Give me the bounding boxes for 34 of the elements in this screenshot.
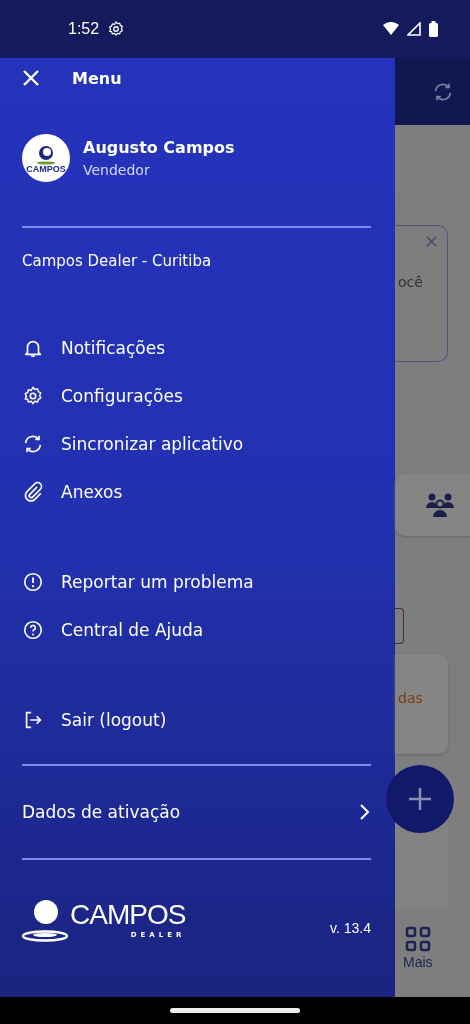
menu-item[interactable]: Configurações: [22, 372, 371, 420]
battery-icon: [429, 21, 438, 37]
avatar: CAMPOS: [22, 134, 70, 182]
help-icon: [22, 619, 44, 641]
paperclip-icon: [22, 481, 44, 503]
drawer-title: Menu: [72, 68, 122, 88]
settings-icon: [22, 385, 44, 407]
user-name: Augusto Campos: [83, 138, 235, 157]
menu-item[interactable]: Dados de ativação: [22, 766, 371, 858]
plus-icon: [408, 787, 432, 811]
grid-icon: [404, 926, 431, 952]
notice-text: ocê: [398, 274, 423, 290]
menu-item[interactable]: Reportar um problema: [22, 558, 371, 606]
menu-item[interactable]: Sincronizar aplicativo: [22, 420, 371, 468]
people-icon: [425, 492, 455, 518]
user-role: Vendedor: [83, 162, 151, 178]
shortcut-card[interactable]: [395, 474, 470, 536]
signal-icon: [407, 22, 421, 36]
home-handle[interactable]: [170, 1008, 300, 1013]
outlined-box: [395, 608, 404, 644]
wifi-icon: [383, 22, 399, 36]
chevron-right-icon: [359, 803, 371, 821]
menu-item[interactable]: Central de Ajuda: [22, 606, 371, 654]
menu-item[interactable]: Sair (logout): [22, 696, 371, 744]
sync-icon: [22, 433, 44, 455]
clock-time: 1:52: [68, 20, 100, 38]
alert-icon: [22, 571, 44, 593]
store-name: Campos Dealer - Curitiba: [22, 252, 213, 270]
card-text: das: [398, 690, 424, 706]
gear-icon: [107, 20, 126, 38]
nav-item[interactable]: Mais: [403, 926, 433, 970]
menu-item[interactable]: Anexos: [22, 468, 371, 516]
menu-item[interactable]: Notificações: [22, 324, 371, 372]
version-label: v. 13.4: [330, 920, 371, 936]
